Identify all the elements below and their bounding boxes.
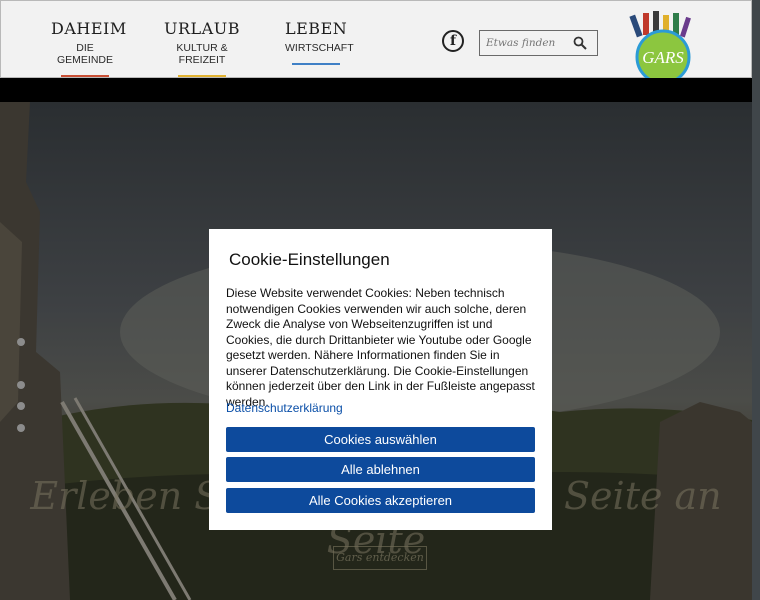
slider-dot-4[interactable] — [17, 424, 25, 432]
nav-leben-subtitle: WIRTSCHAFT — [285, 42, 354, 54]
nav-urlaub-underline — [178, 75, 226, 77]
nav-urlaub-title: URLAUB — [164, 19, 240, 38]
facebook-icon[interactable]: f — [442, 30, 464, 52]
hero-discover-button[interactable]: Gars entdecken — [333, 546, 427, 570]
nav-daheim-title: DAHEIM — [51, 19, 127, 38]
slider-dot-3[interactable] — [17, 402, 25, 410]
gars-logo[interactable]: GARS — [629, 9, 697, 89]
select-cookies-button[interactable]: Cookies auswählen — [226, 427, 535, 452]
cookie-dialog: Cookie-Einstellungen Diese Website verwe… — [209, 229, 552, 530]
nav-urlaub-subtitle: KULTUR & FREIZEIT — [176, 42, 228, 66]
nav-urlaub[interactable]: URLAUB KULTUR & FREIZEIT — [157, 20, 247, 77]
site-header: DAHEIM DIE GEMEINDE URLAUB KULTUR & FREI… — [0, 0, 752, 85]
slider-dot-1[interactable] — [17, 338, 25, 346]
nav-daheim-subtitle: DIE GEMEINDE — [56, 42, 113, 66]
privacy-policy-link[interactable]: Datenschutzerklärung — [226, 401, 343, 415]
nav-leben-underline — [292, 63, 340, 65]
logo-text: GARS — [642, 48, 684, 67]
search-input[interactable] — [480, 31, 572, 55]
search-box — [479, 30, 598, 56]
reject-all-button[interactable]: Alle ablehnen — [226, 457, 535, 482]
nav-daheim[interactable]: DAHEIM DIE GEMEINDE — [51, 19, 127, 77]
nav-leben-title: LEBEN — [285, 19, 348, 38]
nav-daheim-underline — [61, 75, 109, 77]
header-shadow-band — [0, 78, 752, 102]
cookie-dialog-title: Cookie-Einstellungen — [229, 250, 390, 269]
accept-all-button[interactable]: Alle Cookies akzeptieren — [226, 488, 535, 513]
nav-leben[interactable]: LEBEN WIRTSCHAFT — [285, 19, 354, 65]
page-scrollbar[interactable] — [752, 0, 760, 600]
slider-dot-2[interactable] — [17, 381, 25, 389]
cookie-dialog-text: Diese Website verwendet Cookies: Neben t… — [226, 286, 535, 409]
search-icon[interactable] — [573, 36, 587, 50]
